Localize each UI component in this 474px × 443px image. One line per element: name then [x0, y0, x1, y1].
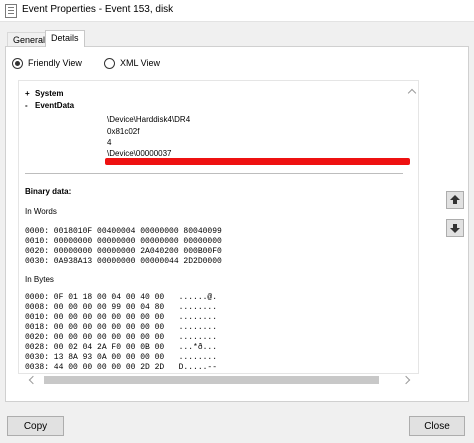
in-words-label: In Words — [25, 207, 57, 216]
in-bytes-label: In Bytes — [25, 275, 54, 284]
eventdata-value: \Device\Harddisk4\DR4 — [107, 115, 191, 124]
bytes-row: 0020: 00 00 00 00 00 00 00 00 ........ — [25, 333, 218, 342]
title-bar: Event Properties - Event 153, disk — [0, 0, 474, 22]
words-row: 0030: 0A938A13 00000000 00000044 2D2D000… — [25, 257, 222, 266]
friendly-view-radio[interactable]: Friendly View — [12, 57, 82, 69]
tree-node-eventdata[interactable]: - EventData — [25, 101, 74, 110]
bytes-row: 0008: 00 00 00 00 99 00 04 80 ........ — [25, 303, 218, 312]
scrollbar-thumb[interactable] — [44, 376, 379, 384]
tree-node-system[interactable]: + System — [25, 89, 63, 98]
bytes-row: 0028: 00 02 04 2A F0 00 0B 00 ...*ð... — [25, 343, 218, 352]
collapse-icon: - — [25, 101, 28, 110]
window-title: Event Properties - Event 153, disk — [22, 4, 174, 15]
radio-unselected-icon — [104, 57, 115, 69]
radio-selected-icon — [12, 57, 23, 69]
divider — [25, 173, 403, 174]
bytes-row: 0038: 44 00 00 00 00 00 2D 2D D.....-- — [25, 363, 218, 372]
bytes-row: 0018: 00 00 00 00 00 00 00 00 ........ — [25, 323, 218, 332]
arrow-up-icon — [450, 195, 460, 204]
bytes-row: 0000: 0F 01 18 00 04 00 40 00 ......@. — [25, 293, 218, 302]
eventdata-value: 0x81c02f — [107, 127, 140, 136]
xml-view-radio[interactable]: XML View — [104, 57, 160, 69]
scroll-right-button[interactable] — [401, 374, 414, 386]
friendly-view-label: Friendly View — [28, 58, 82, 68]
words-row: 0010: 00000000 00000000 00000000 0000000… — [25, 237, 222, 246]
chevron-up-icon — [407, 88, 417, 98]
words-row: 0020: 00000000 00000000 2A040200 000B00F… — [25, 247, 222, 256]
bytes-row: 0030: 13 8A 93 0A 00 00 00 00 ........ — [25, 353, 218, 362]
words-row: 0000: 0018010F 00400004 00000000 8004009… — [25, 227, 222, 236]
event-log-icon — [5, 4, 17, 18]
scroll-left-button[interactable] — [26, 374, 38, 386]
expand-icon: + — [25, 89, 30, 98]
close-button[interactable]: Close — [409, 416, 465, 436]
bytes-row: 0010: 00 00 00 00 00 00 00 00 ........ — [25, 313, 218, 322]
previous-event-button[interactable] — [446, 191, 464, 209]
eventdata-value: \Device\00000037 — [107, 149, 172, 158]
tree-node-label: System — [35, 89, 64, 98]
xml-view-label: XML View — [120, 58, 161, 68]
eventdata-value: 4 — [107, 138, 112, 147]
binary-data-heading: Binary data: — [25, 187, 72, 196]
chevron-left-icon — [28, 375, 38, 385]
tab-details[interactable]: Details — [45, 30, 85, 47]
tree-node-label: EventData — [35, 101, 75, 110]
scroll-up-button[interactable] — [406, 86, 418, 98]
chevron-right-icon — [401, 375, 411, 385]
event-details-content[interactable]: + System - EventData \Device\Harddisk4\DR4… — [18, 80, 419, 374]
copy-button[interactable]: Copy — [7, 416, 64, 436]
next-event-button[interactable] — [446, 219, 464, 237]
horizontal-scrollbar[interactable] — [26, 374, 414, 386]
arrow-down-icon — [450, 224, 460, 233]
redaction-mark — [105, 158, 410, 165]
